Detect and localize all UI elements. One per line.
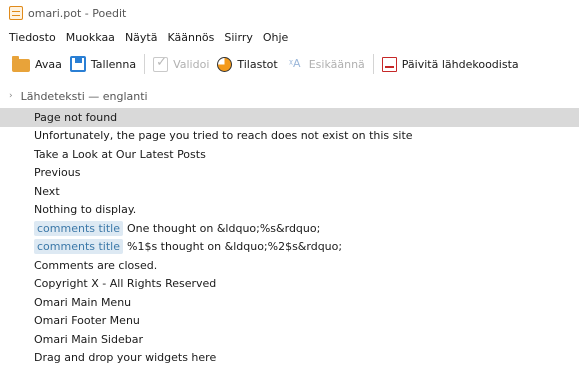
save-icon <box>69 56 86 72</box>
list-item[interactable]: Previous <box>0 164 579 183</box>
column-header-label: Lähdeteksti — englanti <box>20 89 148 103</box>
list-item[interactable]: comments title One thought on &ldquo;%s&r… <box>0 219 579 238</box>
list-item-text: One thought on &ldquo;%s&rdquo; <box>127 221 321 235</box>
list-item[interactable]: Take a Look at Our Latest Posts <box>0 145 579 164</box>
menu-bar: Tiedosto Muokkaa Näytä Käännös Siirry Oh… <box>0 26 579 48</box>
check-icon <box>153 55 169 72</box>
list-item-text: Next <box>34 184 60 198</box>
list-item-text: Omari Main Menu <box>34 295 132 309</box>
pretranslate-button[interactable]: ᵡA Esikäännä <box>282 52 369 76</box>
statistics-button[interactable]: Tilastot <box>213 52 281 76</box>
pie-chart-icon <box>217 56 233 72</box>
list-item[interactable]: Nothing to display. <box>0 201 579 220</box>
update-source-icon <box>381 56 397 72</box>
list-item[interactable]: Omari Main Menu <box>0 293 579 312</box>
chevron-right-icon: › <box>9 91 13 101</box>
list-item-text: Previous <box>34 166 81 180</box>
list-item[interactable]: Comments are closed. <box>0 256 579 275</box>
list-item-text: Comments are closed. <box>34 258 158 272</box>
menu-go[interactable]: Siirry <box>220 31 256 44</box>
window-title: omari.pot - Poedit <box>28 6 127 20</box>
list-item-text: Drag and drop your widgets here <box>34 351 217 365</box>
list-item-text: Nothing to display. <box>34 203 137 217</box>
list-item-text: Omari Main Sidebar <box>34 332 143 346</box>
list-item-text: Unfortunately, the page you tried to rea… <box>34 129 413 143</box>
translate-icon: ᵡA <box>288 57 301 70</box>
menu-edit[interactable]: Muokkaa <box>62 31 119 44</box>
title-bar: omari.pot - Poedit <box>0 0 579 26</box>
list-item-text: Take a Look at Our Latest Posts <box>34 147 206 161</box>
source-strings-list: Page not found Unfortunately, the page y… <box>0 108 579 367</box>
list-item[interactable]: Unfortunately, the page you tried to rea… <box>0 127 579 146</box>
list-item[interactable]: Drag and drop your widgets here <box>0 349 579 368</box>
save-button[interactable]: Tallenna <box>66 52 140 76</box>
list-item-text: Copyright X - All Rights Reserved <box>34 277 217 291</box>
toolbar-separator <box>372 54 374 74</box>
context-badge: comments title <box>34 220 123 236</box>
toolbar-separator <box>144 54 146 74</box>
list-item-text: %1$s thought on &ldquo;%2$s&rdquo; <box>127 240 343 254</box>
poedit-app-icon <box>9 6 23 20</box>
menu-file[interactable]: Tiedosto <box>5 31 60 44</box>
list-item-text: Omari Footer Menu <box>34 314 140 328</box>
validate-label: Validoi <box>173 57 210 71</box>
list-item[interactable]: comments title %1$s thought on &ldquo;%2$… <box>0 238 579 257</box>
toolbar: Avaa Tallenna Validoi Tilastot ᵡA Esikää… <box>0 50 579 78</box>
validate-button[interactable]: Validoi <box>149 52 213 76</box>
list-item[interactable]: Copyright X - All Rights Reserved <box>0 275 579 294</box>
update-from-source-label: Päivitä lähdekoodista <box>401 57 519 71</box>
context-badge: comments title <box>34 239 123 255</box>
statistics-label: Tilastot <box>237 57 278 71</box>
list-item-text: Page not found <box>34 110 118 124</box>
menu-help[interactable]: Ohje <box>259 31 292 44</box>
list-item[interactable]: Omari Footer Menu <box>0 312 579 331</box>
menu-translation[interactable]: Käännös <box>163 31 218 44</box>
folder-icon <box>12 56 30 72</box>
source-text-column-header[interactable]: › Lähdeteksti — englanti <box>0 86 579 106</box>
save-label: Tallenna <box>90 57 137 71</box>
update-from-source-button[interactable]: Päivitä lähdekoodista <box>378 52 523 76</box>
menu-view[interactable]: Näytä <box>121 31 162 44</box>
list-item[interactable]: Page not found <box>0 108 579 127</box>
open-label: Avaa <box>35 57 62 71</box>
list-item[interactable]: Omari Main Sidebar <box>0 330 579 349</box>
open-button[interactable]: Avaa <box>8 52 66 76</box>
list-item[interactable]: Next <box>0 182 579 201</box>
pretranslate-label: Esikäännä <box>308 57 365 71</box>
